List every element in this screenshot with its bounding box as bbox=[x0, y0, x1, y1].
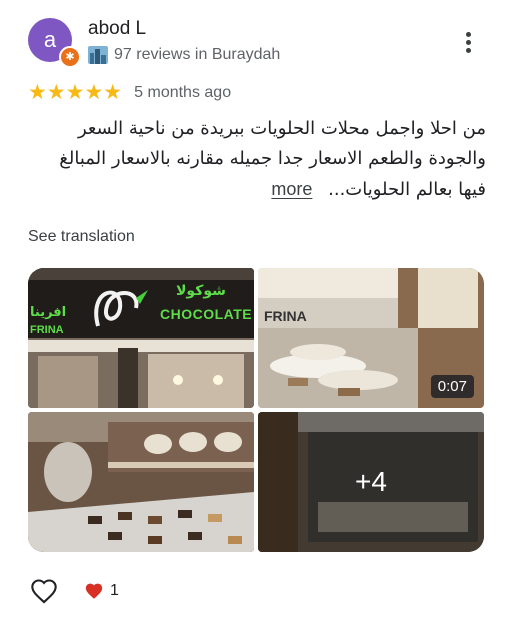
see-translation-link[interactable]: See translation bbox=[28, 228, 135, 246]
author-name[interactable]: abod L bbox=[88, 18, 146, 40]
review-photo-more[interactable]: +4 bbox=[258, 412, 484, 552]
storefront-brand-english: CHOCOLATE bbox=[160, 306, 253, 322]
video-sign: FRINA bbox=[264, 308, 307, 324]
reaction-summary[interactable]: 1 bbox=[84, 582, 119, 600]
more-options-icon[interactable] bbox=[454, 28, 482, 56]
video-duration: 0:07 bbox=[430, 375, 474, 398]
storefront-sign-arabic: افرينا bbox=[30, 304, 67, 319]
heart-outline-icon[interactable] bbox=[30, 578, 58, 604]
storefront-brand-arabic: شوكولا bbox=[176, 282, 226, 298]
local-guide-badge-icon: ✱ bbox=[59, 46, 81, 68]
review-text: من احلا واجمل محلات الحلويات ببريدة من ن… bbox=[28, 114, 486, 205]
heart-filled-icon bbox=[85, 583, 103, 599]
review-photo-storefront[interactable]: افرينا FRINA شوكولا CHOCOLATE bbox=[28, 268, 254, 408]
star-rating: ★★★★★ bbox=[28, 82, 122, 103]
more-link[interactable]: more bbox=[271, 179, 312, 199]
review-video[interactable]: FRINA 0:07 bbox=[258, 268, 484, 408]
city-icon bbox=[88, 46, 108, 64]
review-photo-display-case[interactable] bbox=[28, 412, 254, 552]
stars-icon: ★★★★★ bbox=[28, 81, 123, 104]
review-date: 5 months ago bbox=[134, 83, 232, 101]
reaction-count: 1 bbox=[110, 582, 119, 599]
display-case-photo-graphic bbox=[28, 412, 254, 552]
rating-row: ★★★★★ 5 months ago bbox=[28, 82, 231, 103]
avatar-initial: a bbox=[43, 27, 57, 52]
storefront-sign-latin: FRINA bbox=[30, 324, 64, 336]
author-meta: 97 reviews in Buraydah bbox=[88, 46, 280, 64]
more-photos-count: +4 bbox=[258, 412, 484, 552]
author-review-count: 97 reviews in Buraydah bbox=[114, 46, 281, 63]
